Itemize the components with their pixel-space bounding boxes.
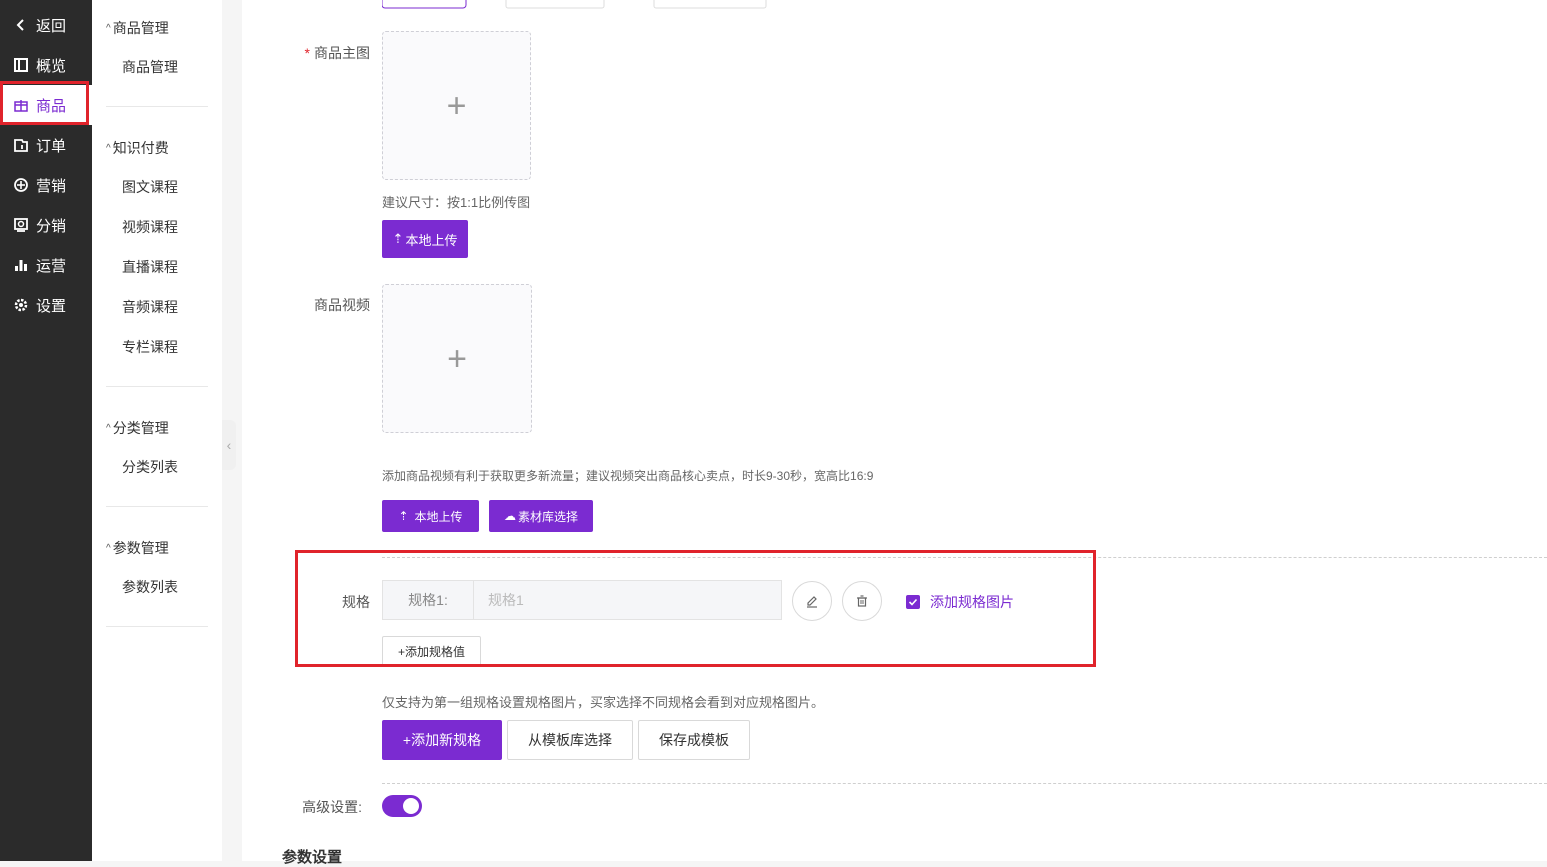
subnav-group-goods-mgmt[interactable]: ^ 商品管理 <box>106 18 169 38</box>
video-hint: 添加商品视频有利于获取更多新流量；建议视频突出商品核心卖点，时长9-30秒，宽高… <box>382 469 874 483</box>
nav-settings-label: 设置 <box>36 297 67 315</box>
top-partial-buttons <box>382 0 767 9</box>
subnav-item-category-list[interactable]: 分类列表 <box>122 457 178 477</box>
nav-overview-label: 概览 <box>36 57 67 75</box>
nav-marketing-label: 营销 <box>36 177 67 195</box>
goods-form: * 商品主图 + 建议尺寸：按1:1比例传图 ⇡ 本地上传 商品视频 + 添加商品视… <box>242 0 1547 866</box>
nav-order-label: 订单 <box>36 137 67 155</box>
subnav-item-param-list[interactable]: 参数列表 <box>122 577 178 597</box>
video-library-button[interactable]: ☁ 素材库选择 <box>489 500 593 532</box>
plus-icon: + <box>446 86 467 125</box>
checkbox-checked-icon <box>906 595 920 609</box>
secondary-nav: ^ 商品管理 商品管理 ^ 知识付费 图文课程 视频课程 直播课程 音频课程 专… <box>92 0 222 861</box>
subnav-item-text-course[interactable]: 图文课程 <box>122 177 178 197</box>
upload-icon: ⇡ <box>398 509 409 523</box>
chevron-up-icon: ^ <box>106 542 111 554</box>
required-mark: * <box>304 45 310 61</box>
choose-from-template-button[interactable]: 从模板库选择 <box>507 720 633 760</box>
plus-icon: + <box>447 339 467 378</box>
spec-prefix: 规格1: <box>383 581 474 619</box>
subnav-item-live-course[interactable]: 直播课程 <box>122 257 178 277</box>
nav-operation[interactable]: 运营 <box>0 245 92 285</box>
compass-icon <box>12 176 30 194</box>
order-icon <box>12 136 30 154</box>
main-image-hint: 建议尺寸：按1:1比例传图 <box>382 195 531 210</box>
subnav-group-knowledge[interactable]: ^ 知识付费 <box>106 138 169 158</box>
distribution-icon <box>12 216 30 234</box>
nav-operation-label: 运营 <box>36 257 67 275</box>
advanced-settings-label: 高级设置: <box>302 799 362 815</box>
collapse-sidebar-handle[interactable]: ‹ <box>222 420 236 470</box>
nav-settings[interactable]: 设置 <box>0 285 92 325</box>
subnav-item-goods-mgmt[interactable]: 商品管理 <box>122 57 178 77</box>
main-image-upload-box[interactable]: + <box>382 31 531 180</box>
chevron-up-icon: ^ <box>106 142 111 154</box>
add-spec-image-checkbox[interactable]: 添加规格图片 <box>906 592 1014 612</box>
chevron-up-icon: ^ <box>106 422 111 434</box>
trash-icon <box>857 595 867 607</box>
subnav-group-title: 商品管理 <box>112 20 169 36</box>
subnav-item-column-course[interactable]: 专栏课程 <box>122 337 178 357</box>
subnav-divider <box>106 506 208 507</box>
toggle-knob <box>403 798 419 814</box>
subnav-item-audio-course[interactable]: 音频课程 <box>122 297 178 317</box>
chevron-left-icon <box>12 16 30 34</box>
nav-overview[interactable]: 概览 <box>0 45 92 85</box>
spec-name-input[interactable]: 规格1: 规格1 <box>382 580 782 620</box>
subnav-group-category[interactable]: ^ 分类管理 <box>106 418 169 438</box>
pencil-icon <box>807 596 817 608</box>
gift-icon <box>12 96 30 114</box>
subnav-group-params[interactable]: ^ 参数管理 <box>106 538 169 558</box>
video-local-upload-button[interactable]: ⇡ 本地上传 <box>382 500 479 532</box>
nav-distribution-label: 分销 <box>36 217 67 235</box>
nav-order[interactable]: 订单 <box>0 125 92 165</box>
cloud-icon: ☁ <box>503 509 516 523</box>
overview-icon <box>12 56 30 74</box>
add-new-spec-button[interactable]: +添加新规格 <box>382 720 502 760</box>
save-as-template-button[interactable]: 保存成模板 <box>638 720 750 760</box>
nav-distribution[interactable]: 分销 <box>0 205 92 245</box>
upload-icon: ⇡ <box>392 231 404 246</box>
subnav-group-title: 分类管理 <box>112 420 169 436</box>
video-label: 商品视频 <box>314 297 370 313</box>
section-divider <box>382 557 1547 558</box>
main-image-upload-label: 本地上传 <box>405 232 458 248</box>
add-spec-image-label: 添加规格图片 <box>930 594 1014 610</box>
nav-goods-label: 商品 <box>36 97 67 115</box>
subnav-item-video-course[interactable]: 视频课程 <box>122 217 178 237</box>
nav-marketing[interactable]: 营销 <box>0 165 92 205</box>
subnav-group-title: 参数管理 <box>112 540 169 556</box>
gear-icon <box>12 296 30 314</box>
spec-label: 规格 <box>342 594 370 610</box>
main-image-local-upload-button[interactable]: ⇡ 本地上传 <box>382 220 468 258</box>
spec-value-placeholder: 规格1 <box>488 592 524 608</box>
subnav-divider <box>106 386 208 387</box>
delete-spec-button[interactable] <box>842 581 882 621</box>
main-nav: 返回 概览 商品 订单 营销 分销 运营 设置 <box>0 0 92 861</box>
spec-hint: 仅支持为第一组规格设置规格图片，买家选择不同规格会看到对应规格图片。 <box>382 695 825 710</box>
edit-spec-button[interactable] <box>792 581 832 621</box>
subnav-divider <box>106 106 208 107</box>
nav-back[interactable]: 返回 <box>0 5 92 45</box>
video-upload-label: 本地上传 <box>414 509 463 524</box>
main-image-label: * 商品主图 <box>282 43 370 63</box>
main-image-label-text: 商品主图 <box>314 45 370 61</box>
advanced-settings-toggle[interactable] <box>382 795 422 817</box>
param-section-title: 参数设置 <box>282 849 343 866</box>
subnav-divider <box>106 626 208 627</box>
video-upload-box[interactable]: + <box>382 284 532 433</box>
subnav-group-title: 知识付费 <box>112 140 169 156</box>
section-divider <box>382 783 1547 784</box>
chevron-left-icon: ‹ <box>226 437 232 453</box>
nav-back-label: 返回 <box>36 17 67 35</box>
add-spec-value-button[interactable]: +添加规格值 <box>382 636 481 666</box>
bar-chart-icon <box>12 256 30 274</box>
nav-goods[interactable]: 商品 <box>0 81 92 125</box>
chevron-up-icon: ^ <box>106 22 111 34</box>
video-library-label: 素材库选择 <box>517 509 578 524</box>
